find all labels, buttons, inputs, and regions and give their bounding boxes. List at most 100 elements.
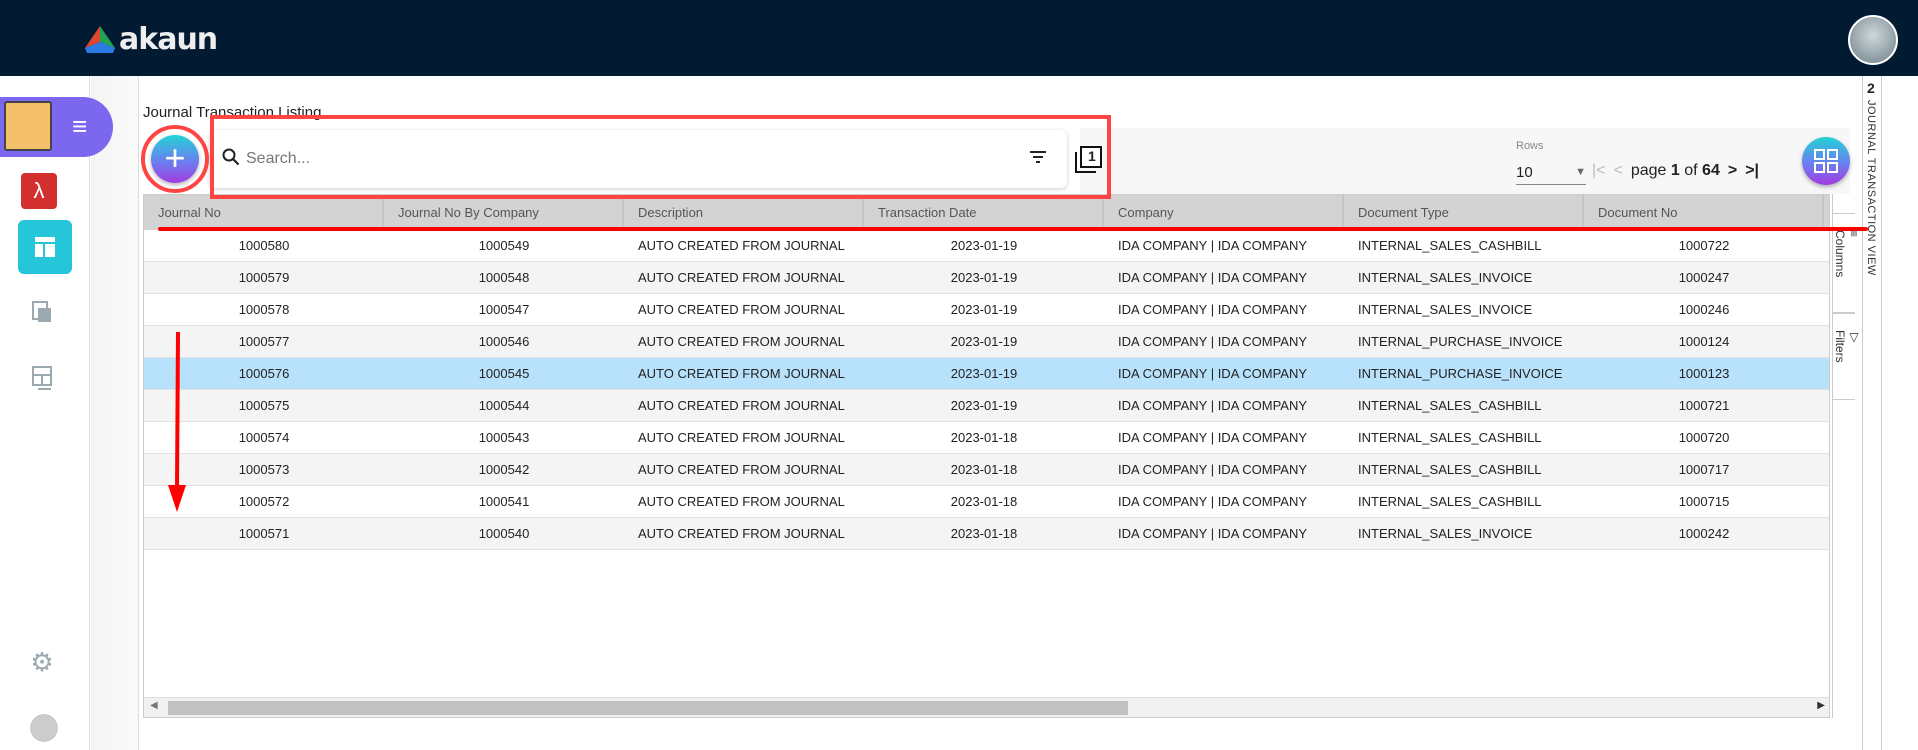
next-page-icon[interactable]: > — [1728, 162, 1737, 180]
table-cell: INTERNAL_PURCHASE_INVOICE — [1358, 334, 1563, 349]
table-cell: 1000546 — [478, 334, 530, 349]
app-switcher-tab[interactable]: ≡ — [0, 97, 113, 157]
columns-icon: ≡ — [1847, 230, 1861, 238]
table-row[interactable]: 1000577 1000546 AUTO CREATED FROM JOURNAL 2… — [144, 326, 1829, 358]
table-cell: 1000545 — [478, 366, 530, 381]
user-avatar[interactable] — [1848, 15, 1898, 65]
table-row[interactable]: 1000574 1000543 AUTO CREATED FROM JOURNAL 2… — [144, 422, 1829, 454]
column-header[interactable]: Journal No — [144, 195, 384, 230]
table-row[interactable]: 1000576 1000545 AUTO CREATED FROM JOURNAL 2… — [144, 358, 1829, 390]
table-cell: 1000722 — [1678, 238, 1730, 253]
table-cell: 1000574 — [238, 430, 290, 445]
dropdown-arrow-icon: ▼ — [1575, 166, 1586, 178]
table-cell: 1000247 — [1678, 270, 1730, 285]
table-cell: AUTO CREATED FROM JOURNAL — [638, 398, 845, 413]
table-cell: AUTO CREATED FROM JOURNAL — [638, 270, 845, 285]
table-row[interactable]: 1000572 1000541 AUTO CREATED FROM JOURNAL 2… — [144, 486, 1829, 518]
table-cell: 1000571 — [238, 526, 290, 541]
table-cell: 2023-01-19 — [950, 270, 1018, 285]
collapse-menu-icon[interactable]: ≡ — [72, 111, 87, 141]
stack-badge: 1 — [1088, 148, 1096, 164]
rows-per-page-select[interactable]: 10 ▼ — [1516, 160, 1586, 185]
table-cell: IDA COMPANY | IDA COMPANY — [1118, 462, 1308, 477]
table-cell: 1000573 — [238, 462, 290, 477]
acrobat-icon[interactable]: λ — [21, 173, 57, 209]
table-cell: 2023-01-19 — [950, 302, 1018, 317]
table-cell: 1000580 — [238, 238, 290, 253]
table-cell: 1000242 — [1678, 526, 1730, 541]
table-cell: 2023-01-18 — [950, 430, 1018, 445]
table-cell: AUTO CREATED FROM JOURNAL — [638, 334, 845, 349]
column-header[interactable]: Company — [1104, 195, 1344, 230]
table-cell: 1000577 — [238, 334, 290, 349]
table-cell: 1000575 — [238, 398, 290, 413]
search-input[interactable] — [246, 150, 1029, 168]
table-cell: AUTO CREATED FROM JOURNAL — [638, 238, 845, 253]
filters-label: Filters — [1833, 330, 1847, 363]
rows-value: 10 — [1516, 163, 1533, 181]
table-cell: 2023-01-19 — [950, 366, 1018, 381]
table-cell: 2023-01-18 — [950, 494, 1018, 509]
table-cell: IDA COMPANY | IDA COMPANY — [1118, 398, 1308, 413]
table-cell: 2023-01-19 — [950, 238, 1018, 253]
table-cell: 1000548 — [478, 270, 530, 285]
right-view-panel[interactable]: 2 JOURNAL TRANSACTION VIEW — [1862, 76, 1882, 750]
table-cell: INTERNAL_SALES_CASHBILL — [1358, 430, 1542, 445]
table-row[interactable]: 1000578 1000547 AUTO CREATED FROM JOURNAL 2… — [144, 294, 1829, 326]
profile-icon[interactable] — [30, 714, 58, 742]
search-bar — [210, 130, 1067, 188]
stacked-pages-icon[interactable]: 1 — [1074, 146, 1102, 174]
calculator-copy-icon[interactable] — [28, 298, 56, 326]
grid-side-panel: ≡ Columns ▽ Filters — [1832, 194, 1861, 718]
logo-icon — [85, 25, 115, 53]
table-cell: 1000123 — [1678, 366, 1730, 381]
listing-icon[interactable] — [18, 220, 72, 274]
of-word: of — [1684, 162, 1698, 179]
search-icon — [222, 148, 240, 171]
table-cell: 1000576 — [238, 366, 290, 381]
table-row[interactable]: 1000573 1000542 AUTO CREATED FROM JOURNAL 2… — [144, 454, 1829, 486]
table-cell: 1000540 — [478, 526, 530, 541]
last-page-icon[interactable]: >| — [1745, 162, 1759, 180]
table-cell: 1000246 — [1678, 302, 1730, 317]
columns-tab[interactable]: ≡ Columns — [1833, 213, 1861, 313]
column-header[interactable]: Document No — [1584, 195, 1824, 230]
scrollbar-thumb[interactable] — [168, 701, 1128, 715]
table-cell: AUTO CREATED FROM JOURNAL — [638, 302, 845, 317]
prev-page-icon[interactable]: < — [1614, 162, 1623, 180]
table-row[interactable]: 1000580 1000549 AUTO CREATED FROM JOURNAL 2… — [144, 230, 1829, 262]
akaun-logo[interactable]: akaun — [85, 22, 218, 57]
table-cell: INTERNAL_SALES_CASHBILL — [1358, 462, 1542, 477]
table-cell: 1000721 — [1678, 398, 1730, 413]
table-row[interactable]: 1000579 1000548 AUTO CREATED FROM JOURNAL 2… — [144, 262, 1829, 294]
view-label[interactable]: JOURNAL TRANSACTION VIEW — [1865, 100, 1877, 276]
table-cell: INTERNAL_PURCHASE_INVOICE — [1358, 366, 1563, 381]
filter-icon[interactable] — [1029, 150, 1047, 169]
table-row[interactable]: 1000571 1000540 AUTO CREATED FROM JOURNAL 2… — [144, 518, 1829, 550]
table-cell: IDA COMPANY | IDA COMPANY — [1118, 302, 1308, 317]
column-header[interactable]: Document Type — [1344, 195, 1584, 230]
table-cell: INTERNAL_SALES_CASHBILL — [1358, 398, 1542, 413]
first-page-icon[interactable]: |< — [1592, 162, 1606, 180]
table-row[interactable]: 1000575 1000544 AUTO CREATED FROM JOURNAL 2… — [144, 390, 1829, 422]
horizontal-scrollbar[interactable]: ◀ ▶ — [144, 697, 1829, 717]
filter-funnel-icon: ▽ — [1847, 330, 1861, 344]
settings-gear-icon[interactable]: ⚙ — [28, 647, 56, 677]
column-header[interactable]: Journal No By Company — [384, 195, 624, 230]
layout-icon[interactable] — [28, 364, 56, 392]
table-cell: 1000124 — [1678, 334, 1730, 349]
pagination: |< < page 1 of 64 > >| — [1592, 162, 1759, 180]
column-header[interactable]: Description — [624, 195, 864, 230]
column-header[interactable]: Transaction Date — [864, 195, 1104, 230]
accounting-app-icon — [4, 101, 52, 151]
table-cell: 1000720 — [1678, 430, 1730, 445]
grid-view-button[interactable] — [1802, 137, 1850, 185]
filters-tab[interactable]: ▽ Filters — [1833, 313, 1861, 400]
add-button[interactable]: + — [151, 135, 199, 183]
table-header: Journal No Journal No By Company Descripti… — [144, 195, 1829, 230]
table-cell: IDA COMPANY | IDA COMPANY — [1118, 238, 1308, 253]
table-body: 1000580 1000549 AUTO CREATED FROM JOURNAL 2… — [144, 230, 1829, 550]
table-cell: 1000544 — [478, 398, 530, 413]
scroll-left-icon[interactable]: ◀ — [150, 700, 158, 711]
scroll-right-icon[interactable]: ▶ — [1817, 700, 1825, 711]
